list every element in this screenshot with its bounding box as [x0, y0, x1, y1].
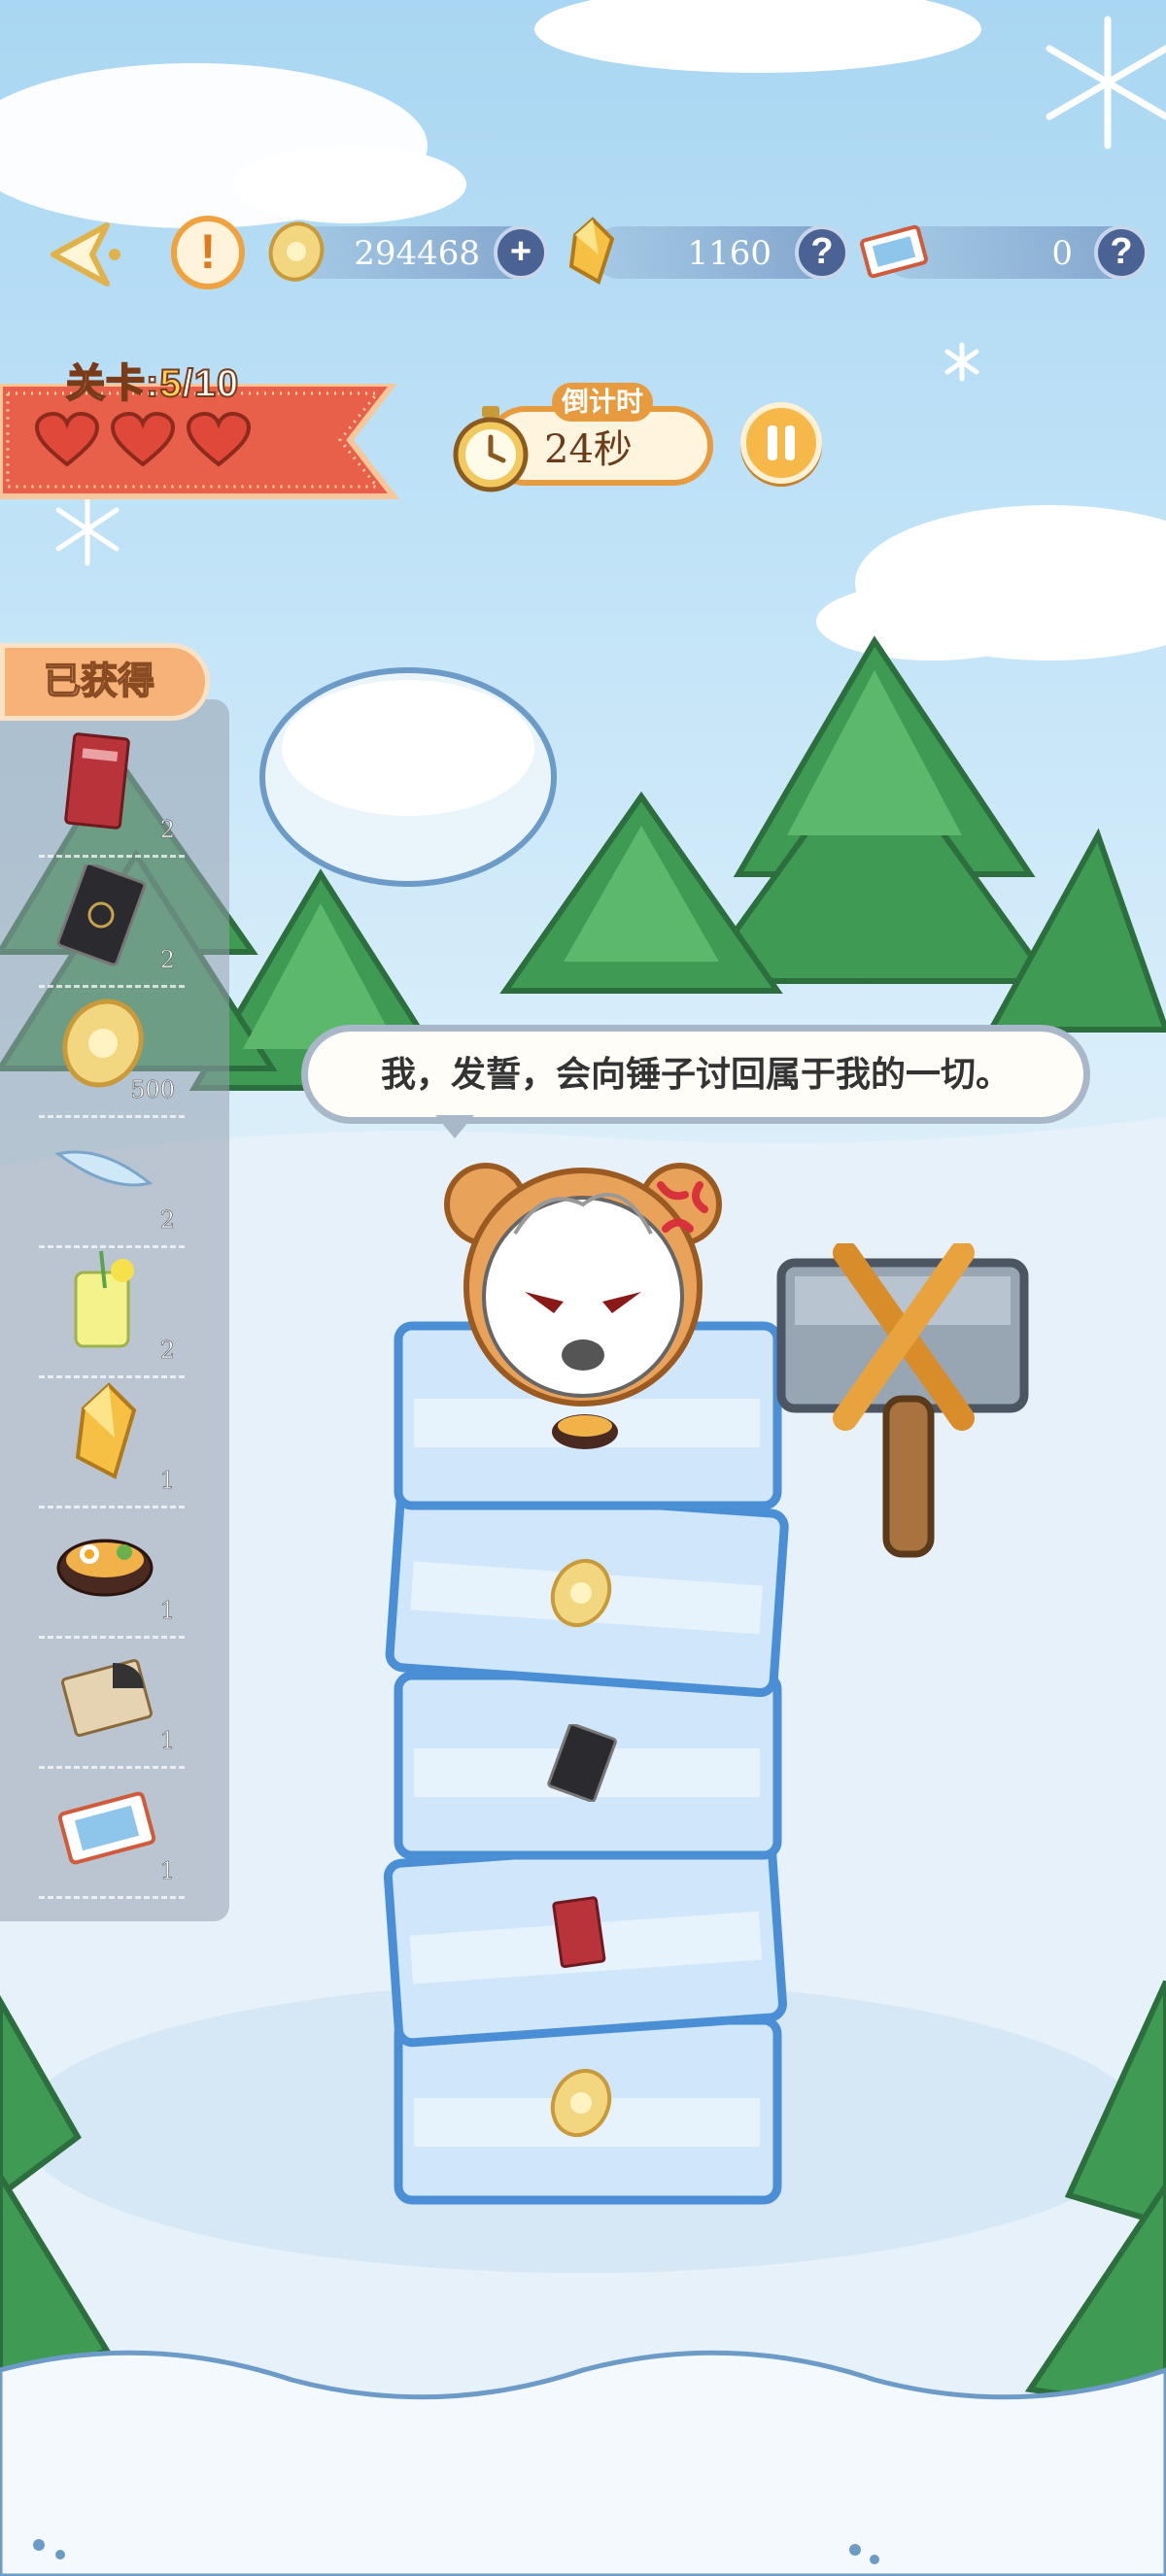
heart-icon	[111, 412, 175, 467]
red-card-icon	[552, 1896, 606, 1969]
obtained-item: 1	[39, 1636, 185, 1769]
lemonade-icon	[74, 1250, 134, 1348]
level-indicator: 关卡:5/10	[65, 352, 240, 408]
timer-value: 24秒	[544, 427, 633, 472]
item-count: 1	[159, 1597, 175, 1625]
item-count: 1	[159, 1727, 175, 1755]
gold-coin-icon	[550, 2068, 612, 2138]
crystal-count: 1160	[687, 234, 772, 273]
obtained-item: 1	[39, 1766, 185, 1899]
timer-label: 倒计时	[552, 383, 653, 422]
crystals-help-button[interactable]: ?	[795, 225, 849, 280]
speech-bubble-tail	[435, 1115, 474, 1138]
item-count: 1	[159, 1857, 175, 1885]
obtained-item: 2	[39, 725, 185, 858]
obtained-panel: 2 2 500 2 2 1 1 1 1	[0, 699, 229, 1921]
amber-crystal-icon	[568, 217, 615, 285]
snowflake-icon	[1046, 16, 1166, 150]
item-count: 500	[130, 1076, 175, 1104]
gold-coin-icon	[268, 221, 325, 282]
obtained-item: 2	[39, 1245, 185, 1378]
obtained-item: 2	[39, 855, 185, 988]
black-card-icon	[547, 1724, 617, 1802]
obtained-item: 2	[39, 1115, 185, 1248]
level-total: /10	[182, 361, 240, 406]
pause-icon	[768, 425, 795, 460]
lives-container	[35, 412, 251, 468]
level-label: 关卡:	[65, 361, 160, 406]
item-count: 1	[159, 1467, 175, 1495]
back-button[interactable]	[39, 216, 126, 293]
ticket-icon	[57, 1791, 156, 1865]
ticket-icon	[860, 224, 928, 279]
game-stage: ! 294468 + 1160 ? 0 ? 关卡:5/10 倒计时 24秒 2 …	[0, 0, 1166, 2576]
heart-icon	[187, 412, 251, 467]
gold-coin-icon	[550, 1558, 612, 1628]
angry-bear-character[interactable]	[437, 1146, 729, 1408]
red-card-icon	[64, 732, 130, 830]
obtained-item: 500	[39, 985, 185, 1118]
obtained-item: 1	[39, 1506, 185, 1639]
hammer[interactable]	[768, 1243, 1040, 1564]
item-count: 2	[159, 1337, 175, 1365]
heart-icon	[35, 412, 99, 467]
tickets-help-button[interactable]: ?	[1094, 225, 1149, 280]
obtained-title: 已获得	[0, 643, 210, 721]
item-count: 2	[159, 946, 175, 974]
ramen-bowl-icon	[56, 1539, 154, 1597]
black-card-icon	[56, 864, 147, 966]
speech-bubble: 我，发誓，会向锤子讨回属于我的一切。	[301, 1025, 1090, 1124]
back-arrow-icon	[51, 222, 120, 287]
item-count: 2	[159, 816, 175, 844]
level-current: 5	[158, 361, 183, 406]
stopwatch-icon	[453, 406, 529, 492]
feather-icon	[54, 1150, 154, 1187]
info-button[interactable]: !	[171, 216, 245, 289]
coin-count: 294468	[354, 234, 480, 273]
ticket-count: 0	[1051, 234, 1073, 273]
pause-button[interactable]	[740, 402, 822, 484]
amber-crystal-icon	[75, 1382, 137, 1479]
item-count: 2	[159, 1206, 175, 1235]
scroll-note-icon	[60, 1659, 154, 1737]
obtained-item: 1	[39, 1375, 185, 1508]
add-coins-button[interactable]: +	[494, 225, 548, 280]
